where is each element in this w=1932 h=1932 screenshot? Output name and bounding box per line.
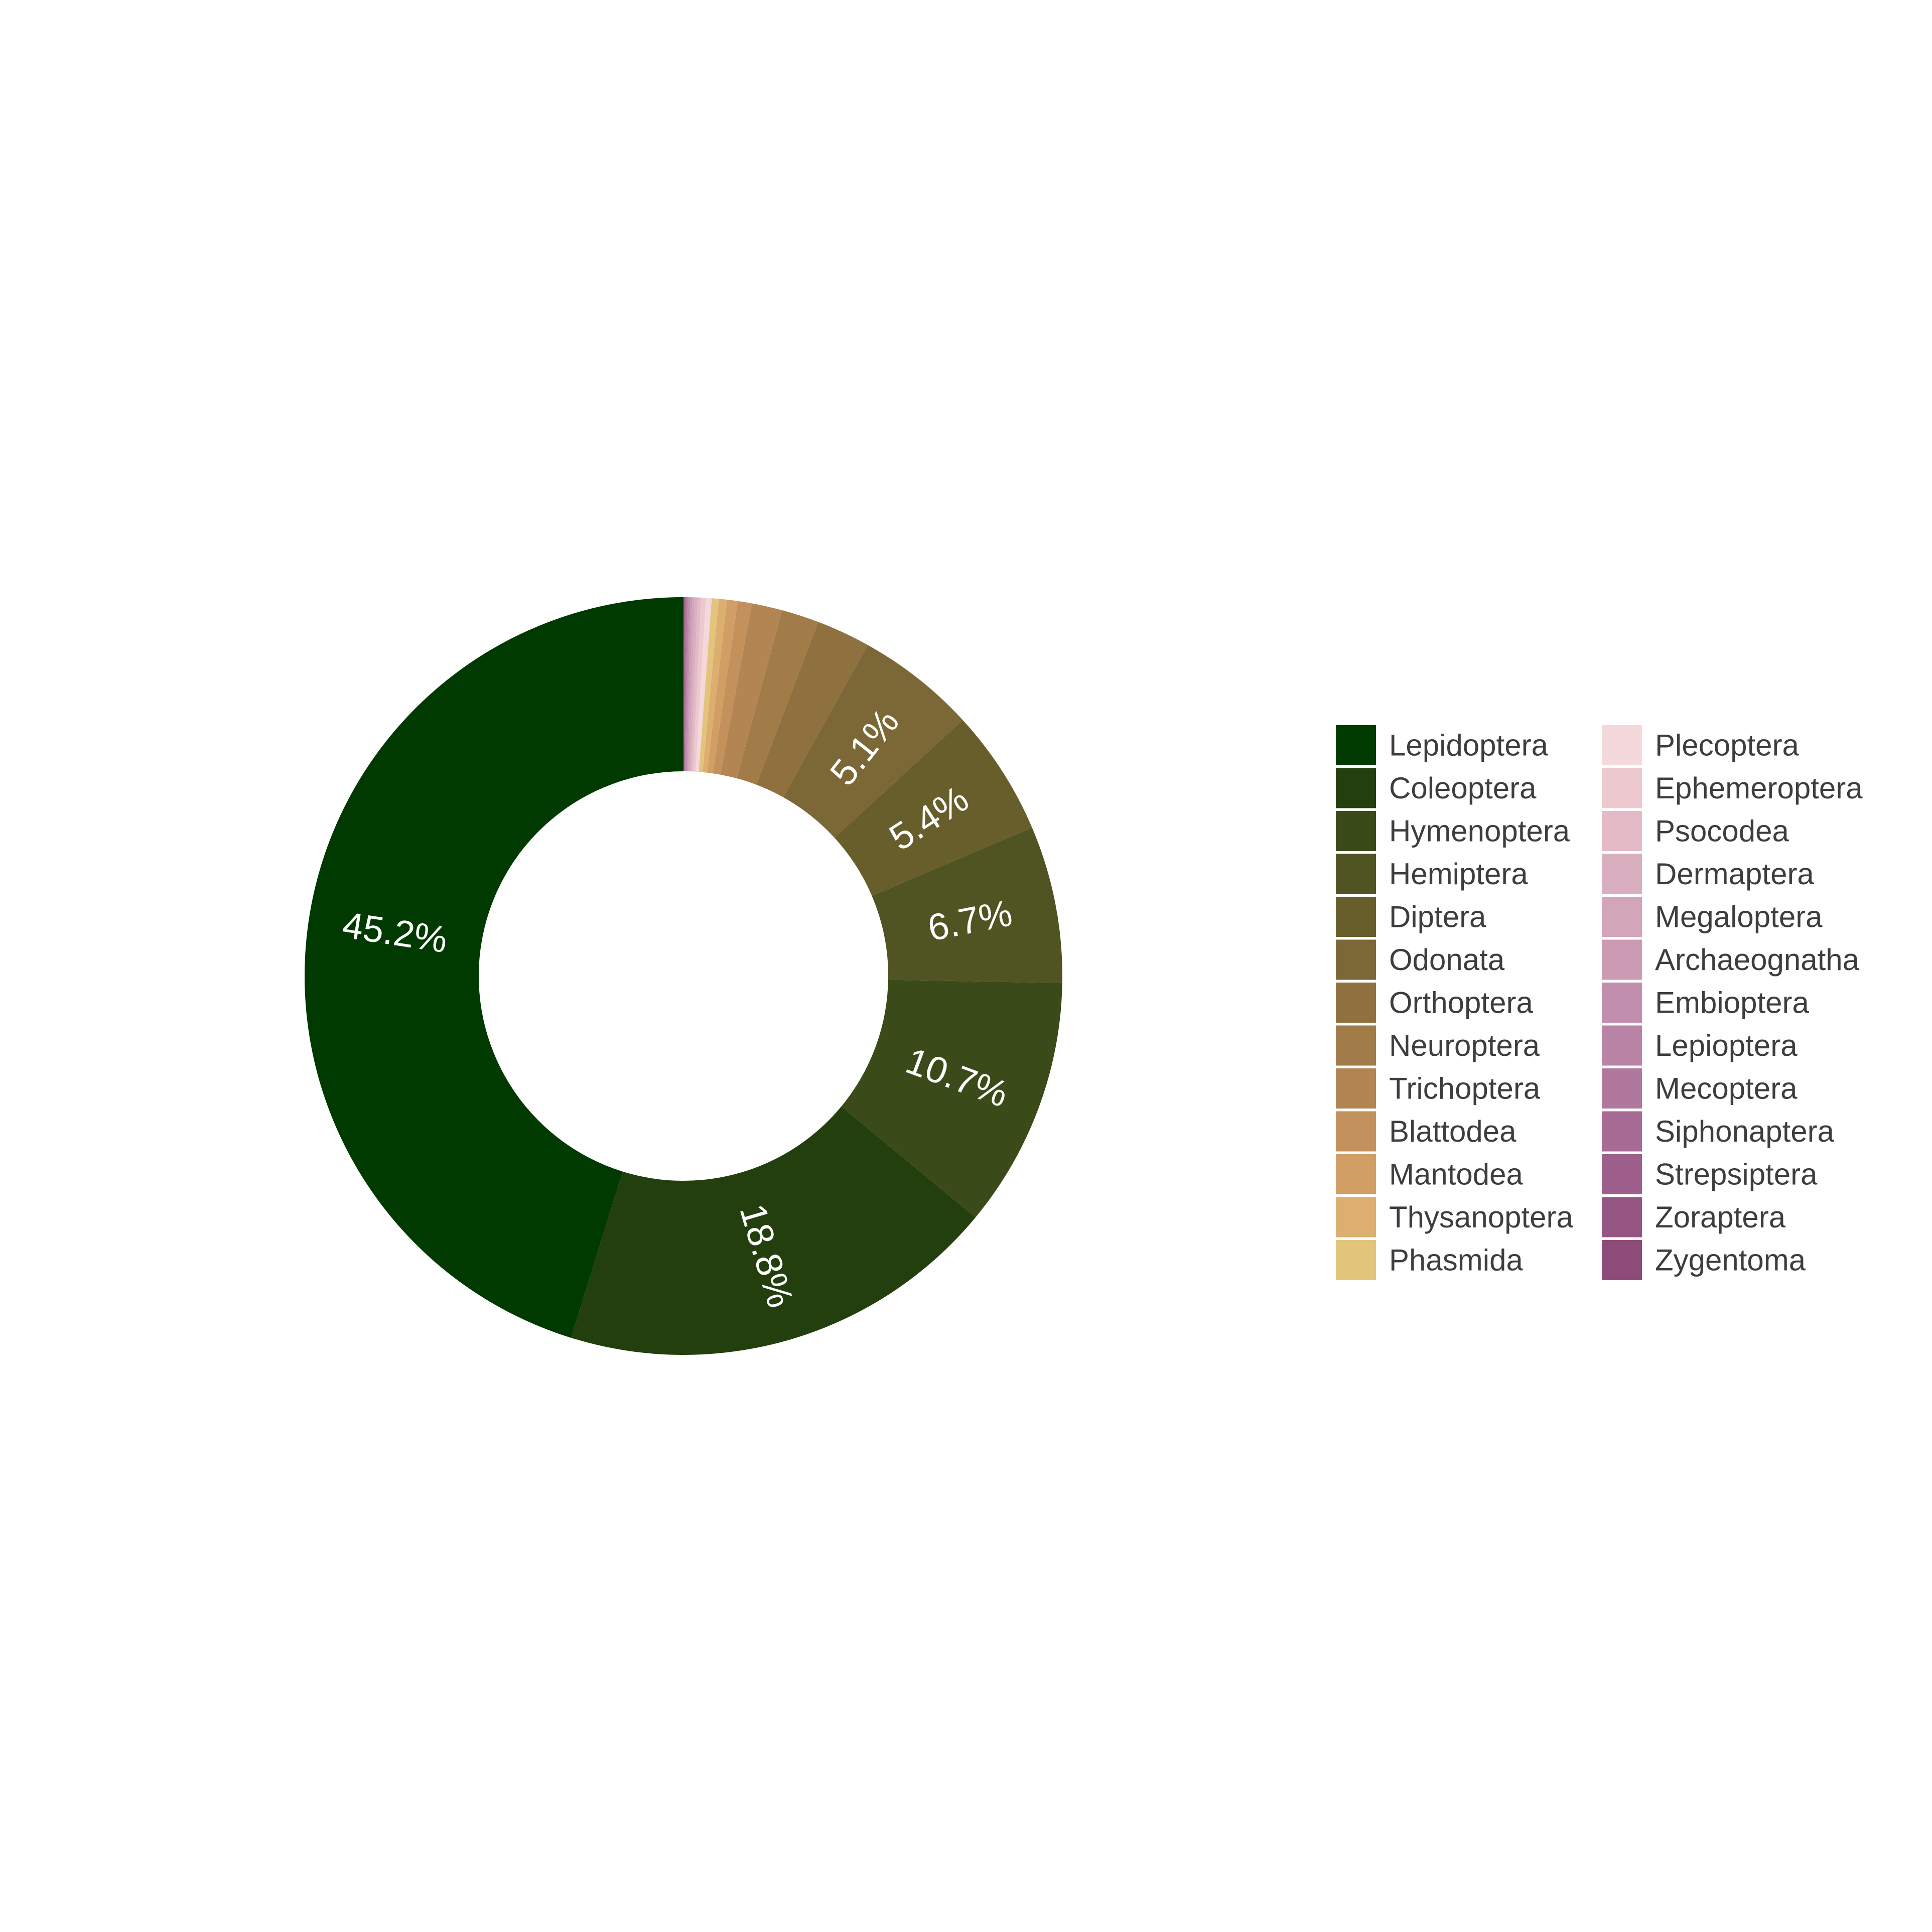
legend-swatch-phasmida — [1336, 1240, 1376, 1280]
legend-swatch-ephemeroptera — [1602, 768, 1642, 808]
legend-swatch-strepsiptera — [1602, 1154, 1642, 1194]
legend-swatch-hymenoptera — [1336, 811, 1376, 851]
legend-swatch-zoraptera — [1602, 1197, 1642, 1237]
legend-label-embioptera: Embioptera — [1655, 986, 1809, 1020]
legend-label-strepsiptera: Strepsiptera — [1655, 1158, 1818, 1191]
legend-swatch-odonata — [1336, 939, 1376, 980]
legend-swatch-plecoptera — [1602, 725, 1642, 765]
legend-swatch-thysanoptera — [1336, 1197, 1376, 1237]
legend-swatch-lepidoptera — [1336, 725, 1376, 765]
donut-chart: 45.2%18.8%10.7%6.7%5.4%5.1% LepidopteraC… — [305, 597, 1863, 1355]
legend-swatch-zygentoma — [1602, 1240, 1642, 1280]
legend-label-dermaptera: Dermaptera — [1655, 857, 1814, 891]
legend-swatch-mantodea — [1336, 1154, 1376, 1194]
legend-swatch-neuroptera — [1336, 1025, 1376, 1066]
legend-label-thysanoptera: Thysanoptera — [1389, 1200, 1574, 1234]
legend-label-psocodea: Psocodea — [1655, 814, 1789, 848]
legend-swatch-lepioptera — [1602, 1025, 1642, 1066]
legend-swatch-trichoptera — [1336, 1068, 1376, 1109]
legend-label-phasmida: Phasmida — [1389, 1244, 1523, 1277]
legend-swatch-orthoptera — [1336, 983, 1376, 1023]
legend-label-siphonaptera: Siphonaptera — [1655, 1115, 1835, 1148]
legend-label-zoraptera: Zoraptera — [1655, 1200, 1786, 1234]
legend-swatch-megaloptera — [1602, 897, 1642, 937]
legend-label-mecoptera: Mecoptera — [1655, 1072, 1798, 1106]
legend-swatch-mecoptera — [1602, 1068, 1642, 1109]
legend-label-ephemeroptera: Ephemeroptera — [1655, 771, 1863, 805]
legend-label-mantodea: Mantodea — [1389, 1158, 1523, 1191]
legend-label-hemiptera: Hemiptera — [1389, 857, 1528, 891]
legend-swatch-hemiptera — [1336, 854, 1376, 894]
donut-slices — [305, 597, 1062, 1355]
legend-label-megaloptera: Megaloptera — [1655, 900, 1823, 934]
legend: Lepidoptera Coleoptera Hymenoptera Hemipter… — [1336, 725, 1863, 1280]
legend-swatch-embioptera — [1602, 983, 1642, 1023]
legend-label-blattodea: Blattodea — [1389, 1115, 1516, 1148]
legend-label-archaeognatha: Archaeognatha — [1655, 943, 1860, 977]
legend-label-odonata: Odonata — [1389, 943, 1505, 977]
legend-swatch-siphonaptera — [1602, 1111, 1642, 1152]
legend-label-lepidoptera: Lepidoptera — [1389, 729, 1549, 762]
legend-label-zygentoma: Zygentoma — [1655, 1244, 1806, 1277]
legend-swatch-blattodea — [1336, 1111, 1376, 1152]
legend-swatch-dermaptera — [1602, 854, 1642, 894]
legend-swatch-archaeognatha — [1602, 939, 1642, 980]
legend-label-trichoptera: Trichoptera — [1389, 1072, 1541, 1106]
legend-swatch-diptera — [1336, 897, 1376, 937]
legend-label-diptera: Diptera — [1389, 900, 1486, 934]
legend-label-neuroptera: Neuroptera — [1389, 1029, 1540, 1062]
legend-swatch-coleoptera — [1336, 768, 1376, 808]
legend-label-plecoptera: Plecoptera — [1655, 729, 1799, 762]
legend-label-orthoptera: Orthoptera — [1389, 986, 1533, 1020]
legend-swatch-psocodea — [1602, 811, 1642, 851]
legend-label-hymenoptera: Hymenoptera — [1389, 814, 1570, 848]
legend-label-lepioptera: Lepioptera — [1655, 1029, 1798, 1062]
legend-label-coleoptera: Coleoptera — [1389, 771, 1537, 805]
